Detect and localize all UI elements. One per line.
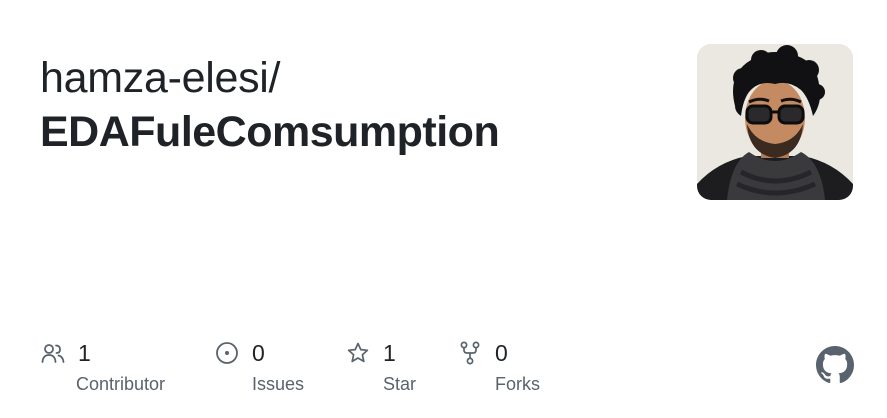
stars-label: Star [383, 374, 417, 394]
repo-owner[interactable]: hamza-elesi/ [40, 52, 280, 104]
avatar-illustration [697, 44, 853, 200]
contributors-label: Contributor [76, 374, 166, 394]
star-icon [345, 340, 371, 366]
people-icon [40, 340, 66, 366]
github-mark-icon[interactable] [816, 346, 854, 384]
repo-name[interactable]: EDAFuleComsumption [40, 106, 500, 158]
stat-stars[interactable]: 1 Star [345, 338, 416, 398]
issue-opened-icon [214, 340, 240, 366]
stars-count: 1 [383, 340, 396, 366]
forks-label: Forks [495, 374, 540, 394]
contributors-count: 1 [78, 340, 91, 366]
stat-contributors[interactable]: 1 Contributor [40, 338, 165, 398]
issues-label: Issues [252, 374, 305, 394]
repo-forked-icon [457, 340, 483, 366]
forks-count: 0 [495, 340, 508, 366]
stat-issues[interactable]: 0 Issues [214, 338, 304, 398]
avatar [697, 44, 853, 200]
stat-forks[interactable]: 0 Forks [457, 338, 540, 398]
issues-count: 0 [252, 340, 265, 366]
